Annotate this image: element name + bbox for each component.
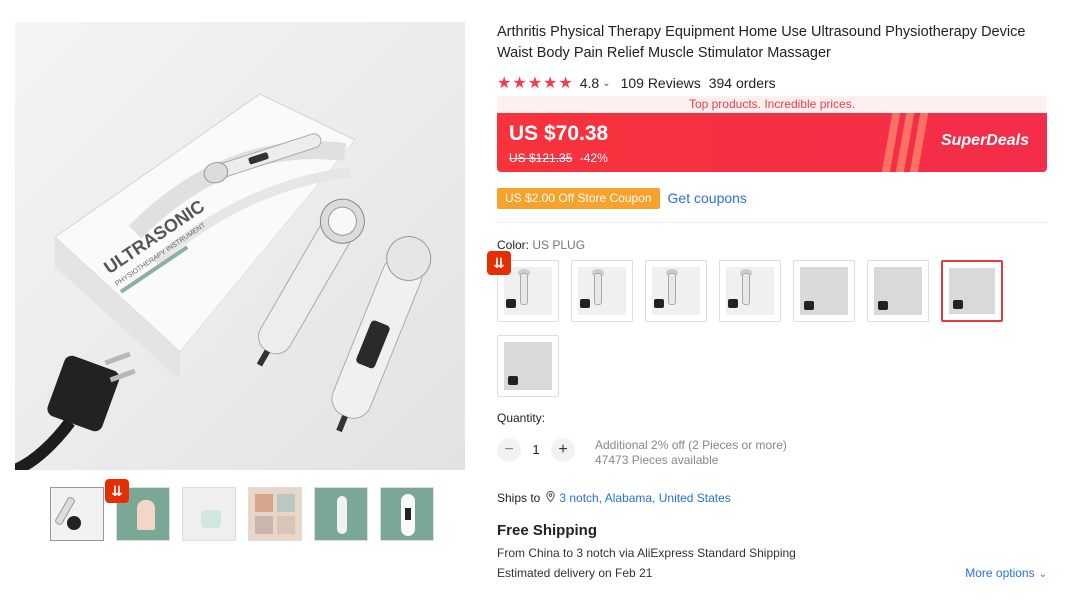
- superdeals-logo[interactable]: SuperDeals: [941, 132, 1029, 150]
- color-option-4[interactable]: [719, 260, 781, 322]
- color-option-5[interactable]: [793, 260, 855, 322]
- color-option-2[interactable]: [571, 260, 633, 322]
- delivery-row: Estimated delivery on Feb 21 More option…: [497, 566, 1047, 580]
- bulk-discount-note: Additional 2% off (2 Pieces or more): [595, 438, 787, 452]
- thumbnail-5[interactable]: [314, 487, 368, 541]
- product-illustration: ULTRASONIC PHYSIOTHERAPY INSTRUMENT: [15, 93, 432, 470]
- deal-badge-icon: ⇊: [487, 251, 511, 275]
- quantity-stepper: − 1 + Additional 2% off (2 Pieces or mor…: [497, 438, 1047, 468]
- original-price-row: US $121.35 -42%: [509, 151, 608, 165]
- quantity-note: Additional 2% off (2 Pieces or more) 474…: [595, 438, 787, 468]
- stock-available: 47473 Pieces available: [595, 453, 719, 467]
- original-price: US $121.35: [509, 151, 573, 165]
- ships-to-label: Ships to: [497, 491, 541, 505]
- product-gallery: ULTRASONIC PHYSIOTHERAPY INSTRUMENT ⇊: [15, 22, 465, 541]
- store-coupon-badge[interactable]: US $2.00 Off Store Coupon: [497, 187, 660, 209]
- product-title: Arthritis Physical Therapy Equipment Hom…: [497, 24, 1026, 61]
- reviews-link[interactable]: 109 Reviews: [621, 75, 701, 91]
- get-coupons-link[interactable]: Get coupons: [668, 190, 747, 206]
- color-selected-value: US PLUG: [532, 238, 586, 252]
- color-option-3[interactable]: [645, 260, 707, 322]
- quantity-increment-button[interactable]: +: [551, 438, 575, 462]
- color-label: Color: US PLUG: [497, 238, 1047, 252]
- quantity-label: Quantity:: [497, 411, 546, 425]
- estimated-delivery: Estimated delivery on Feb 21: [497, 566, 653, 580]
- deal-badge-icon: ⇊: [105, 479, 129, 503]
- chevron-down-icon[interactable]: ⌄: [1039, 569, 1047, 580]
- ships-to-row: Ships to 3 notch, Alabama, United States: [497, 490, 1047, 505]
- star-rating-icon: ★★★★★: [497, 75, 574, 92]
- main-product-image[interactable]: ULTRASONIC PHYSIOTHERAPY INSTRUMENT: [15, 22, 465, 470]
- banner-stripes: [880, 113, 930, 172]
- promo-tagline: Top products. Incredible prices.: [497, 96, 1047, 113]
- quantity-input[interactable]: 1: [521, 438, 551, 462]
- color-option-6[interactable]: [867, 260, 929, 322]
- chevron-down-icon[interactable]: ⌄: [602, 78, 610, 89]
- shipping-method-title: Free Shipping: [497, 522, 598, 539]
- quantity-decrement-button[interactable]: −: [497, 438, 521, 462]
- shipping-detail: From China to 3 notch via AliExpress Sta…: [497, 546, 796, 560]
- product-info: Arthritis Physical Therapy Equipment Hom…: [487, 22, 1047, 580]
- current-price: US $70.38: [509, 122, 609, 145]
- thumbnail-6[interactable]: [380, 487, 434, 541]
- superdeals-banner: Top products. Incredible prices. US $70.…: [497, 96, 1047, 172]
- more-options-link[interactable]: More options ⌄: [965, 566, 1047, 580]
- color-option-7[interactable]: [941, 260, 1003, 322]
- color-option-8[interactable]: [497, 335, 559, 397]
- color-swatches: ⇊: [487, 251, 1017, 397]
- rating-row: ★★★★★ 4.8 ⌄ 109 Reviews 394 orders: [497, 74, 1047, 92]
- thumbnail-3[interactable]: [182, 487, 236, 541]
- ship-location-link[interactable]: 3 notch, Alabama, United States: [559, 491, 730, 505]
- discount-percent: -42%: [579, 151, 608, 165]
- thumbnail-4[interactable]: [248, 487, 302, 541]
- coupon-row: US $2.00 Off Store Coupon Get coupons: [497, 187, 1047, 209]
- thumbnail-1[interactable]: [50, 487, 104, 541]
- orders-count: 394 orders: [708, 75, 776, 91]
- more-options-label[interactable]: More options: [965, 566, 1034, 580]
- section-divider: [497, 222, 1047, 223]
- location-pin-icon: [546, 490, 556, 505]
- color-label-text: Color:: [497, 238, 533, 252]
- rating-value[interactable]: 4.8: [580, 75, 599, 91]
- price-bar: US $70.38 US $121.35 -42% SuperDeals: [497, 113, 1047, 172]
